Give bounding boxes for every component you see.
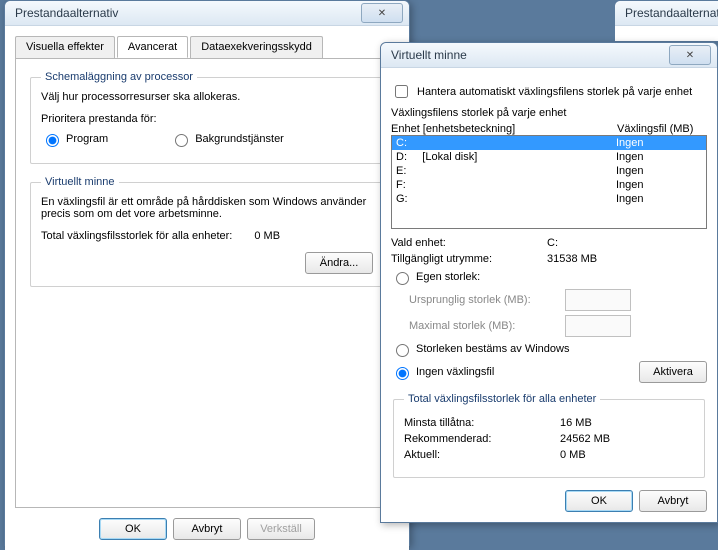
radio-no-paging-label: Ingen växlingsfil	[416, 366, 494, 378]
background-window-stub: Prestandaalternat	[614, 0, 718, 42]
activate-button[interactable]: Aktivera	[639, 361, 707, 383]
drive-row[interactable]: D: [Lokal disk] Ingen	[392, 150, 706, 164]
virtual-memory-legend: Virtuellt minne	[41, 176, 119, 188]
recommended-value: 24562 MB	[560, 433, 610, 445]
selected-drive-value: C:	[547, 237, 558, 249]
virtual-memory-group: Virtuellt minne En växlingsfil är ett om…	[30, 176, 384, 287]
virtual-memory-dialog: Virtuellt minne ✕ Hantera automatiskt vä…	[380, 42, 718, 523]
radio-programs-label: Program	[66, 133, 108, 145]
recommended-label: Rekommenderad:	[404, 433, 554, 445]
drive-listbox[interactable]: C: Ingen D: [Lokal disk] Ingen E: Ingen	[391, 135, 707, 229]
drive-paging: Ingen	[616, 193, 702, 205]
radio-bgservices[interactable]: Bakgrundstjänster	[170, 131, 284, 147]
drive-label: [Lokal disk]	[422, 151, 477, 163]
min-allowed-value: 16 MB	[560, 417, 592, 429]
close-icon: ✕	[686, 50, 694, 61]
totals-legend: Total växlingsfilsstorlek för alla enhet…	[404, 393, 600, 405]
initial-size-input[interactable]	[565, 289, 631, 311]
vm-total-value: 0 MB	[254, 230, 280, 242]
current-label: Aktuell:	[404, 449, 554, 461]
col-header-drive: Enhet [enhetsbeteckning]	[391, 123, 611, 135]
max-size-label: Maximal storlek (MB):	[391, 320, 559, 332]
performance-options-window: Prestandaalternativ ✕ Visuella effekter …	[4, 0, 410, 546]
radio-programs[interactable]: Program	[41, 131, 108, 147]
cancel-button[interactable]: Avbryt	[173, 518, 241, 540]
drive-row[interactable]: G: Ingen	[392, 192, 706, 206]
drive-row[interactable]: E: Ingen	[392, 164, 706, 178]
drive-paging: Ingen	[616, 151, 702, 163]
radio-custom-size[interactable]: Egen storlek:	[391, 269, 707, 285]
radio-bgservices-input[interactable]	[175, 134, 188, 147]
titlebar: Prestandaalternativ ✕	[5, 1, 409, 26]
vm-body: Hantera automatiskt växlingsfilens storl…	[381, 68, 717, 522]
tab-advanced[interactable]: Avancerat	[117, 36, 188, 58]
tab-dep[interactable]: Dataexekveringsskydd	[190, 36, 323, 58]
window-title: Prestandaalternativ	[11, 6, 361, 20]
size-each-label: Växlingsfilens storlek på varje enhet	[391, 107, 707, 119]
vm-cancel-button[interactable]: Avbryt	[639, 490, 707, 512]
current-value: 0 MB	[560, 449, 586, 461]
tabstrip: Visuella effekter Avancerat Dataexekveri…	[15, 36, 399, 59]
vm-titlebar: Virtuellt minne ✕	[381, 43, 717, 68]
drive-paging: Ingen	[616, 165, 702, 177]
max-size-input[interactable]	[565, 315, 631, 337]
stub-title: Prestandaalternat	[621, 6, 718, 20]
radio-programs-input[interactable]	[46, 134, 59, 147]
priority-label: Prioritera prestanda för:	[41, 113, 373, 125]
window-body: Visuella effekter Avancerat Dataexekveri…	[5, 26, 409, 550]
drive-letter: C:	[396, 137, 407, 149]
totals-group: Total växlingsfilsstorlek för alla enhet…	[393, 393, 705, 478]
drive-letter: E:	[396, 165, 406, 177]
auto-manage-checkbox[interactable]: Hantera automatiskt växlingsfilens storl…	[391, 82, 707, 101]
virtual-memory-desc: En växlingsfil är ett område på hårddisk…	[41, 196, 373, 220]
col-header-paging: Växlingsfil (MB)	[617, 123, 707, 135]
ok-button[interactable]: OK	[99, 518, 167, 540]
radio-system-input[interactable]	[396, 344, 409, 357]
selected-drive-label: Vald enhet:	[391, 237, 541, 249]
vm-total-label: Total växlingsfilsstorlek för alla enhet…	[41, 230, 232, 242]
free-space-value: 31538 MB	[547, 253, 597, 265]
radio-bgservices-label: Bakgrundstjänster	[195, 133, 284, 145]
radio-no-paging-input[interactable]	[396, 367, 409, 380]
tab-visual-effects[interactable]: Visuella effekter	[15, 36, 115, 58]
drive-paging: Ingen	[616, 137, 702, 149]
vm-close-button[interactable]: ✕	[669, 45, 711, 65]
radio-system-managed[interactable]: Storleken bestäms av Windows	[391, 341, 707, 357]
free-space-label: Tillgängligt utrymme:	[391, 253, 541, 265]
drive-paging: Ingen	[616, 179, 702, 191]
radio-custom-input[interactable]	[396, 272, 409, 285]
initial-size-label: Ursprunglig storlek (MB):	[391, 294, 559, 306]
auto-manage-input[interactable]	[395, 85, 408, 98]
min-allowed-label: Minsta tillåtna:	[404, 417, 554, 429]
processor-scheduling-desc: Välj hur processorresurser ska allokeras…	[41, 91, 373, 103]
close-icon: ✕	[378, 8, 386, 19]
processor-scheduling-legend: Schemaläggning av processor	[41, 71, 197, 83]
drive-letter: F:	[396, 179, 406, 191]
vm-window-title: Virtuellt minne	[387, 48, 669, 62]
drive-letter: G:	[396, 193, 408, 205]
drive-row[interactable]: C: Ingen	[392, 136, 706, 150]
auto-manage-label: Hantera automatiskt växlingsfilens storl…	[417, 86, 692, 98]
tab-panel-advanced: Schemaläggning av processor Välj hur pro…	[15, 58, 399, 508]
radio-no-paging[interactable]: Ingen växlingsfil	[391, 364, 633, 380]
vm-ok-button[interactable]: OK	[565, 490, 633, 512]
processor-scheduling-group: Schemaläggning av processor Välj hur pro…	[30, 71, 384, 164]
apply-button[interactable]: Verkställ	[247, 518, 315, 540]
radio-custom-label: Egen storlek:	[416, 271, 480, 283]
drive-letter: D:	[396, 151, 407, 163]
radio-system-label: Storleken bestäms av Windows	[416, 343, 569, 355]
close-button[interactable]: ✕	[361, 3, 403, 23]
drive-row[interactable]: F: Ingen	[392, 178, 706, 192]
change-button[interactable]: Ändra...	[305, 252, 373, 274]
